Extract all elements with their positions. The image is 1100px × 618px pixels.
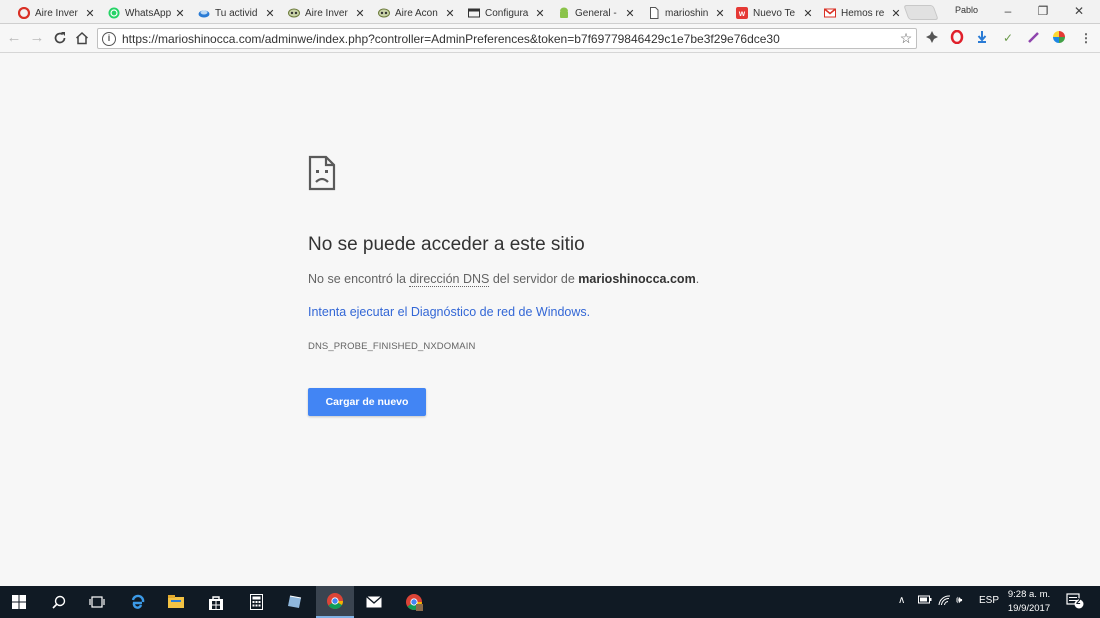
restore-button[interactable]: ❐ xyxy=(1025,2,1061,20)
reload-page-button[interactable]: Cargar de nuevo xyxy=(308,388,426,416)
wifi-icon[interactable] xyxy=(938,595,951,609)
store-icon[interactable] xyxy=(197,586,235,618)
tab-title: Configura xyxy=(485,7,529,19)
close-icon[interactable]: ✕ xyxy=(444,7,456,20)
w-icon: w xyxy=(736,7,748,19)
tab-4[interactable]: Aire Inver ✕ xyxy=(282,2,372,24)
tab-title: WhatsApp xyxy=(125,7,172,19)
mask-icon xyxy=(288,7,300,19)
desc-middle: del servidor de xyxy=(489,272,579,286)
close-icon[interactable]: ✕ xyxy=(624,7,636,20)
tab-title: Hemos re xyxy=(841,7,885,19)
tab-title: marioshin xyxy=(665,7,709,19)
mask-icon xyxy=(378,7,390,19)
tab-strip: Aire Inver ✕ WhatsApp ✕ Tu activid ✕ Air… xyxy=(0,0,1100,24)
tray-chevron-up-icon[interactable]: ∧ xyxy=(898,595,905,606)
opera-extension-icon[interactable] xyxy=(949,29,965,46)
back-button[interactable]: ← xyxy=(4,28,24,48)
close-icon[interactable]: ✕ xyxy=(174,7,186,20)
tab-7[interactable]: General - ✕ xyxy=(552,2,642,24)
color-wheel-extension-icon[interactable] xyxy=(1051,30,1067,46)
opera-o-icon xyxy=(18,7,30,19)
notes-app-icon[interactable] xyxy=(276,586,314,618)
reload-icon[interactable] xyxy=(50,28,70,48)
clock-time: 9:28 a. m. xyxy=(1007,589,1051,600)
tab-title: Aire Inver xyxy=(35,7,78,19)
profile-name[interactable]: Pablo xyxy=(955,5,978,15)
windows-taskbar: ∧ 🕪 ESP 9:28 a. m. 19/9/2017 2 xyxy=(0,586,1100,618)
page-icon xyxy=(648,7,660,19)
pen-extension-icon[interactable] xyxy=(1026,30,1042,46)
search-icon[interactable] xyxy=(40,586,78,618)
tab-title: Aire Inver xyxy=(305,7,348,19)
info-icon[interactable]: i xyxy=(102,31,116,46)
close-icon[interactable]: ✕ xyxy=(84,7,96,20)
tab-6[interactable]: Configura ✕ xyxy=(462,2,552,24)
close-icon[interactable]: ✕ xyxy=(534,7,546,20)
download-extension-icon[interactable] xyxy=(974,30,990,46)
tab-5[interactable]: Aire Acon ✕ xyxy=(372,2,462,24)
tab-2[interactable]: WhatsApp ✕ xyxy=(102,2,192,24)
windows-start-icon[interactable] xyxy=(0,586,38,618)
cloud-icon xyxy=(198,7,210,19)
task-view-icon[interactable] xyxy=(78,586,116,618)
tab-title: Tu activid xyxy=(215,7,258,19)
clock[interactable]: 9:28 a. m. 19/9/2017 xyxy=(1003,588,1055,616)
forward-button[interactable]: → xyxy=(27,28,47,48)
home-icon[interactable] xyxy=(72,28,92,48)
desc-suffix: . xyxy=(695,272,700,286)
error-title: No se puede acceder a este sitio xyxy=(308,234,585,255)
svg-text:w: w xyxy=(738,9,746,18)
volume-icon[interactable]: 🕪 xyxy=(956,595,962,606)
android-icon xyxy=(558,7,570,19)
mail-icon[interactable] xyxy=(355,586,393,618)
edge-browser-icon[interactable] xyxy=(118,586,156,618)
dns-address-term[interactable]: dirección DNS xyxy=(409,272,490,287)
sad-page-icon xyxy=(308,155,336,191)
close-icon[interactable]: ✕ xyxy=(890,7,902,20)
file-explorer-icon[interactable] xyxy=(157,586,195,618)
gmail-icon xyxy=(824,7,836,19)
tab-10[interactable]: Hemos re ✕ xyxy=(818,2,908,24)
chrome-profile-taskbar-icon[interactable] xyxy=(395,586,433,618)
whatsapp-icon xyxy=(108,7,120,19)
browser-toolbar: ← → i https://marioshinocca.com/adminwe/… xyxy=(0,25,1100,53)
host-name: marioshinocca.com xyxy=(578,272,696,286)
error-description: No se encontró la dirección DNS del serv… xyxy=(308,272,808,287)
minimize-button[interactable]: – xyxy=(990,2,1026,20)
clock-date: 19/9/2017 xyxy=(1007,603,1051,614)
language-indicator[interactable]: ESP xyxy=(979,595,999,606)
close-window-button[interactable]: ✕ xyxy=(1061,2,1097,20)
close-icon[interactable]: ✕ xyxy=(354,7,366,20)
new-tab-button[interactable] xyxy=(903,5,939,20)
close-icon[interactable]: ✕ xyxy=(802,7,814,20)
network-diagnostics-link[interactable]: Intenta ejecutar el Diagnóstico de red d… xyxy=(308,305,590,319)
tab-title: Nuevo Te xyxy=(753,7,796,19)
extension-puzzle-icon[interactable] xyxy=(924,30,940,46)
tab-title: Aire Acon xyxy=(395,7,438,19)
close-icon[interactable]: ✕ xyxy=(264,7,276,20)
error-code: DNS_PROBE_FINISHED_NXDOMAIN xyxy=(308,341,476,352)
window-icon xyxy=(468,7,480,19)
tab-3[interactable]: Tu activid ✕ xyxy=(192,2,282,24)
tab-title: General - xyxy=(575,7,617,19)
tab-1[interactable]: Aire Inver ✕ xyxy=(12,2,102,24)
address-bar[interactable]: i https://marioshinocca.com/adminwe/inde… xyxy=(97,28,917,49)
url-text[interactable]: https://marioshinocca.com/adminwe/index.… xyxy=(122,32,896,46)
calculator-icon[interactable] xyxy=(237,586,275,618)
notification-count: 2 xyxy=(1076,597,1081,606)
battery-icon[interactable] xyxy=(918,595,932,607)
chrome-taskbar-icon[interactable] xyxy=(316,586,354,618)
tab-8-active[interactable]: marioshin ✕ xyxy=(642,2,732,24)
tab-9[interactable]: w Nuevo Te ✕ xyxy=(730,2,820,24)
error-page: No se puede acceder a este sitio No se e… xyxy=(308,155,808,416)
checkmark-extension-icon[interactable]: ✓ xyxy=(1000,30,1016,46)
bookmark-star-icon[interactable]: ☆ xyxy=(896,30,916,47)
desc-prefix: No se encontró la xyxy=(308,272,410,286)
menu-kebab-icon[interactable]: ⋮ xyxy=(1078,30,1094,46)
close-icon[interactable]: ✕ xyxy=(714,7,726,20)
action-center-icon[interactable]: 2 xyxy=(1066,593,1084,609)
